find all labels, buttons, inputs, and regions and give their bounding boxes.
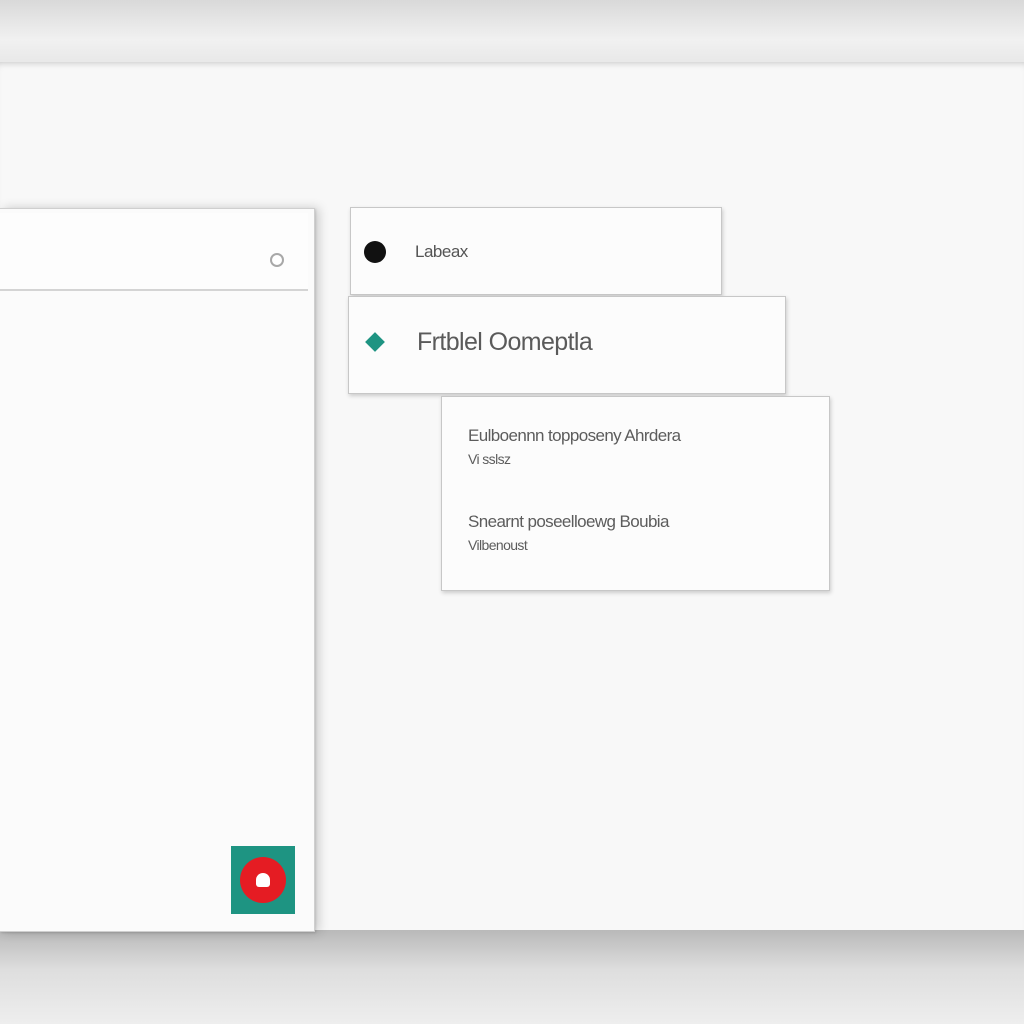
detail-entry-subtitle: Vilbenoust (468, 537, 528, 553)
bottom-bar (0, 930, 1024, 1024)
detail-entry-title: Snearnt poseelloewg Boubia (468, 512, 669, 531)
detail-entry[interactable]: Eulboennn topposeny Ahrdera Vi sslsz (468, 425, 681, 469)
side-panel-header (0, 213, 308, 291)
side-panel (0, 208, 315, 932)
dot-icon (364, 241, 386, 263)
list-item-selected[interactable]: Frtblel Oomeptla (348, 296, 786, 394)
bell-icon (240, 857, 286, 903)
detail-entry-title: Eulboennn topposeny Ahrdera (468, 426, 681, 445)
radio-icon[interactable] (270, 253, 284, 267)
detail-entry-subtitle: Vi sslsz (468, 451, 511, 467)
bell-action-button[interactable] (231, 846, 295, 914)
diamond-icon (365, 332, 385, 352)
list-item-label: Frtblel Oomeptla (417, 328, 593, 356)
detail-entry[interactable]: Snearnt poseelloewg Boubia Vilbenoust (468, 511, 669, 555)
detail-card: Eulboennn topposeny Ahrdera Vi sslsz Sne… (441, 396, 830, 591)
list-item-labeax[interactable]: Labeax (350, 207, 722, 295)
list-item-label: Labeax (415, 242, 468, 261)
